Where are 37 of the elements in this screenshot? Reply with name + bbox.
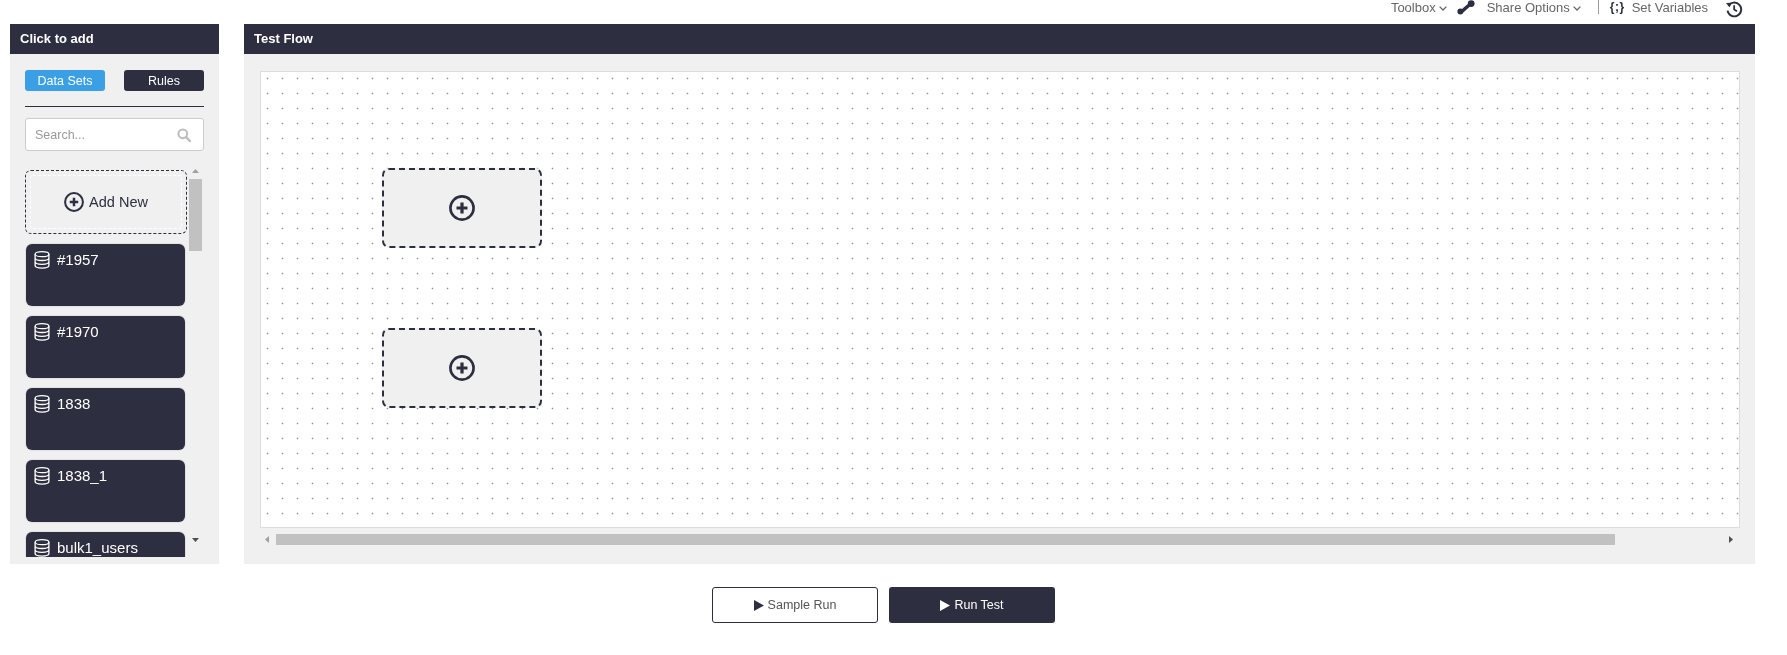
sample-run-button[interactable]: Sample Run (712, 587, 878, 623)
scrollbar-thumb[interactable] (189, 179, 202, 251)
tab[interactable]: Rules (124, 70, 204, 91)
run-test-button[interactable]: Run Test (889, 587, 1055, 623)
database-icon (34, 323, 50, 341)
dataset-card[interactable]: 1838_1 (26, 460, 185, 522)
braces-icon: {;} (1609, 0, 1625, 15)
plus-circle-icon (449, 355, 475, 381)
dataset-card[interactable]: bulk1_users (26, 532, 185, 557)
history-icon[interactable] (1725, 0, 1743, 18)
chevron-down-icon (1572, 5, 1581, 11)
empty-node-slot[interactable] (382, 328, 542, 408)
play-icon (753, 599, 764, 611)
empty-node-slot[interactable] (382, 168, 542, 248)
panel-header: Test Flow (244, 24, 1755, 54)
triangle-right-icon[interactable] (1729, 536, 1733, 543)
toolbox-menu[interactable]: Toolbox (1390, 0, 1447, 15)
search-field[interactable]: Search... (25, 118, 204, 151)
chevron-down-icon (1438, 5, 1447, 11)
set-variables-button[interactable]: {;} Set Variables (1609, 0, 1708, 15)
plus-circle-icon (64, 192, 85, 212)
connected-dots-icon (1456, 0, 1475, 15)
dataset-card[interactable]: 1838 (26, 388, 185, 450)
database-icon (34, 395, 50, 413)
search-icon (177, 128, 191, 142)
play-icon (940, 599, 951, 611)
database-icon (34, 467, 50, 485)
database-icon (34, 539, 50, 557)
add-new-button[interactable]: Add New (25, 170, 187, 234)
dataset-card[interactable]: #1957 (26, 244, 185, 306)
dataset-card[interactable]: #1970 (26, 316, 185, 378)
scrollbar-thumb[interactable] (276, 534, 1615, 545)
database-icon (34, 251, 50, 269)
plus-circle-icon (449, 195, 475, 221)
panel-header: Click to add (10, 24, 219, 54)
triangle-down-icon[interactable] (192, 538, 199, 542)
share-options-menu[interactable]: Share Options (1456, 0, 1581, 15)
